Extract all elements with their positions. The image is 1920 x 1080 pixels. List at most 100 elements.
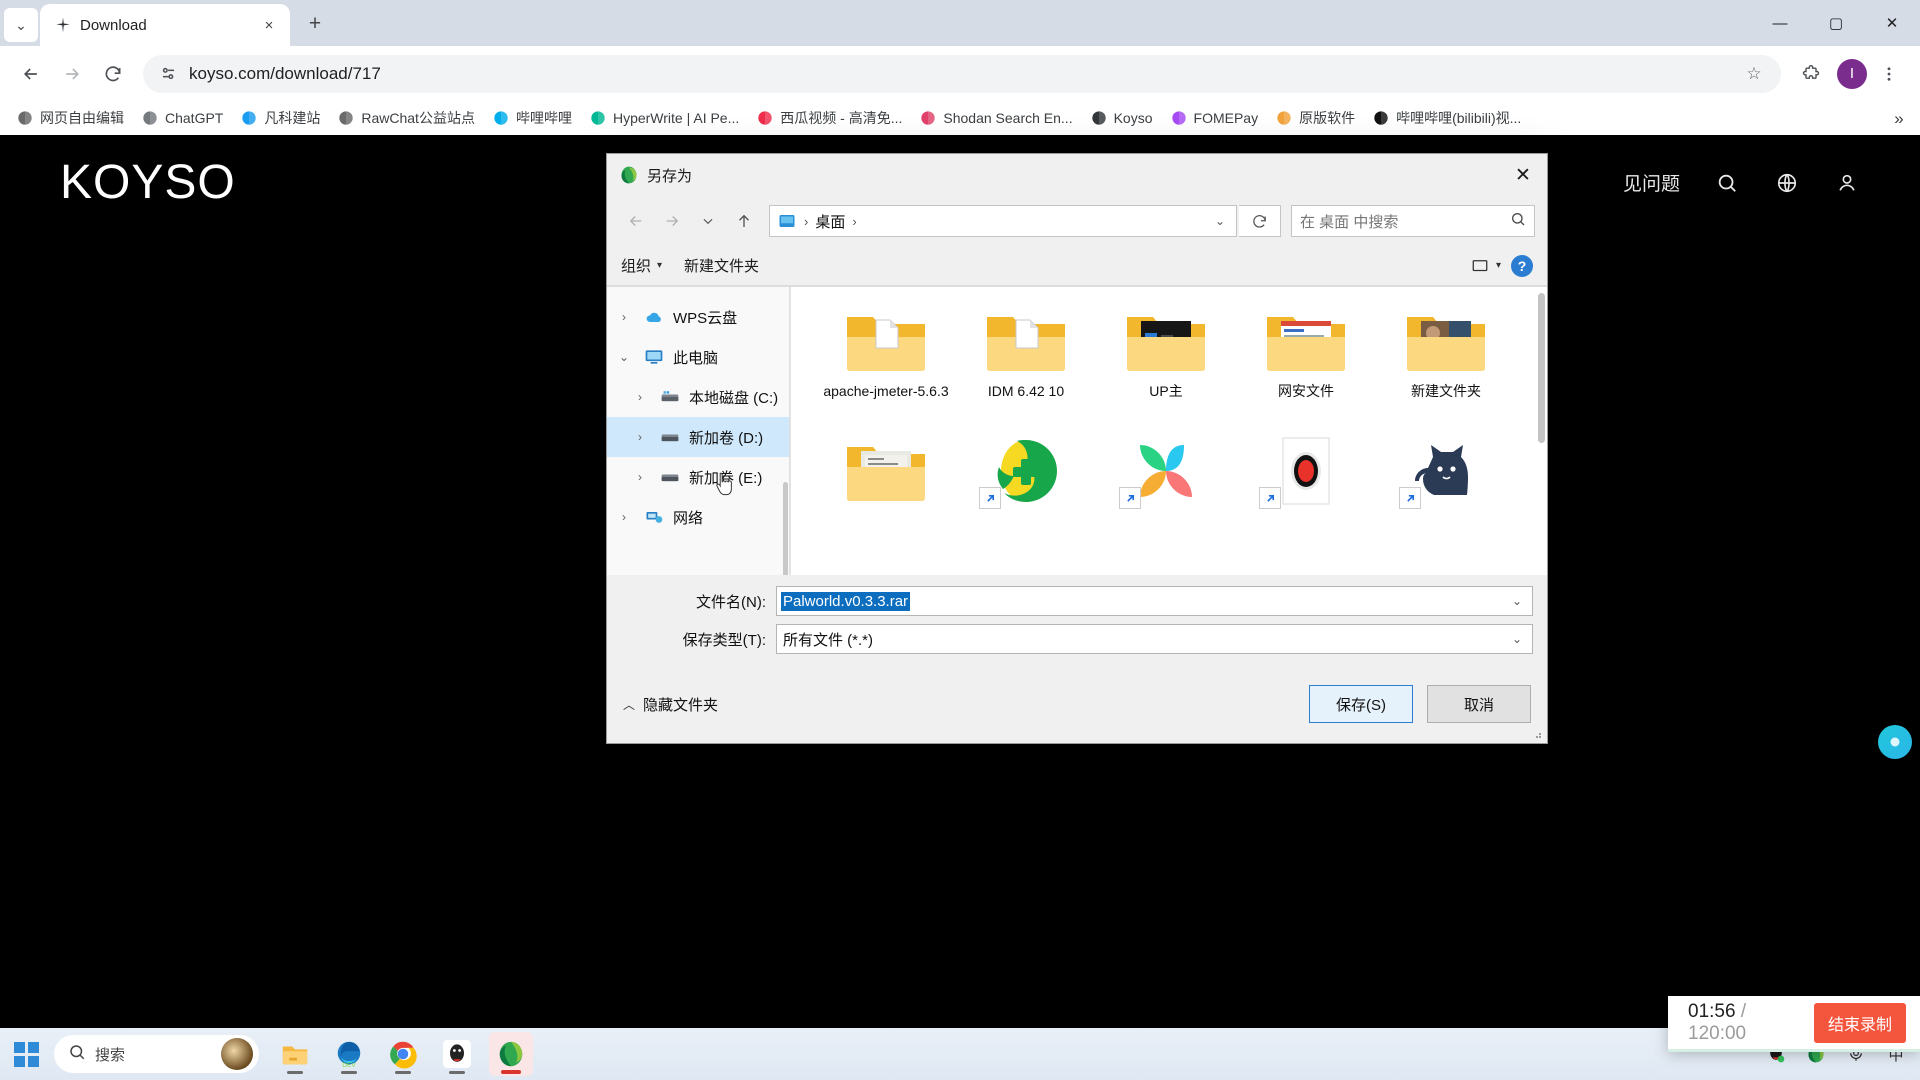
tree-item-4[interactable]: › 新加卷 (E:) xyxy=(607,457,790,497)
file-item[interactable]: IDM 6.42 10 xyxy=(956,301,1096,431)
start-button[interactable] xyxy=(0,1028,52,1080)
bookmark-item[interactable]: 西瓜视频 - 高清免... xyxy=(749,105,909,131)
idm-icon[interactable] xyxy=(489,1032,533,1076)
file-item[interactable] xyxy=(816,431,956,561)
organize-button[interactable]: 组织 ▾ xyxy=(621,255,662,276)
filename-input[interactable]: Palworld.v0.3.3.rar ⌄ xyxy=(776,586,1533,616)
new-folder-button[interactable]: 新建文件夹 xyxy=(684,255,759,276)
taskbar-search[interactable]: 搜索 xyxy=(54,1035,259,1073)
browser-menu-button[interactable] xyxy=(1870,55,1908,93)
tree-item-2[interactable]: › 本地磁盘 (C:) xyxy=(607,377,790,417)
bookmark-item[interactable]: 凡科建站 xyxy=(233,105,327,131)
file-item[interactable] xyxy=(956,431,1096,561)
chevron-right-icon[interactable]: › xyxy=(629,390,651,404)
file-list-scrollbar[interactable] xyxy=(1538,293,1545,443)
tree-item-5[interactable]: › 网络 xyxy=(607,497,790,537)
file-item[interactable]: apache-jmeter-5.6.3 xyxy=(816,301,956,431)
file-item[interactable]: 网安文件 xyxy=(1236,301,1376,431)
bookmark-item[interactable]: Koyso xyxy=(1083,106,1160,130)
file-list[interactable]: apache-jmeter-5.6.3 IDM 6.42 10 UP主 网安文件 新建文… xyxy=(790,287,1547,575)
bookmarks-overflow-icon[interactable]: » xyxy=(1886,106,1912,132)
file-explorer-icon[interactable] xyxy=(273,1032,317,1076)
bookmark-star-icon[interactable]: ☆ xyxy=(1741,61,1767,87)
tab-download[interactable]: Download × xyxy=(40,4,290,46)
globe-icon[interactable] xyxy=(1774,170,1800,196)
extensions-icon[interactable] xyxy=(1792,55,1830,93)
chrome-icon[interactable] xyxy=(381,1032,425,1076)
avatar[interactable]: I xyxy=(1837,58,1867,89)
chevron-down-icon[interactable]: ⌄ xyxy=(613,350,635,364)
bookmark-item[interactable]: 哔哩哔哩(bilibili)视... xyxy=(1365,105,1528,131)
forward-button[interactable] xyxy=(53,55,91,93)
stop-recording-button[interactable]: 结束录制 xyxy=(1813,1002,1906,1043)
breadcrumb[interactable]: 桌面 xyxy=(815,211,845,232)
chevron-right-icon[interactable]: › xyxy=(613,310,635,324)
close-icon[interactable]: × xyxy=(258,14,280,36)
os-drive-icon xyxy=(659,386,681,408)
dialog-refresh-button[interactable] xyxy=(1239,205,1281,237)
tree-item-3[interactable]: › 新加卷 (D:) xyxy=(607,417,790,457)
file-item[interactable] xyxy=(1376,431,1516,561)
dialog-close-icon[interactable]: ✕ xyxy=(1499,154,1547,196)
search-icon[interactable] xyxy=(1714,170,1740,196)
close-window-button[interactable]: ✕ xyxy=(1864,0,1920,46)
chevron-right-icon[interactable]: › xyxy=(629,430,651,444)
cancel-button[interactable]: 取消 xyxy=(1427,685,1531,723)
chevron-right-icon[interactable]: › xyxy=(613,510,635,524)
edge-dev-icon[interactable]: DEV xyxy=(327,1032,371,1076)
tree-scrollbar[interactable] xyxy=(783,482,788,575)
chevron-down-icon[interactable]: ⌄ xyxy=(1512,594,1528,608)
bookmark-label: HyperWrite | AI Pe... xyxy=(612,110,740,126)
dialog-address-bar[interactable]: › 桌面 › ⌄ xyxy=(769,205,1237,237)
chevron-down-icon[interactable]: ⌄ xyxy=(1215,214,1230,228)
dialog-forward-button[interactable] xyxy=(655,204,689,238)
search-icon[interactable] xyxy=(1510,211,1526,231)
maximize-button[interactable]: ▢ xyxy=(1808,0,1864,46)
chevron-down-icon: ▾ xyxy=(1495,260,1501,271)
bookmark-item[interactable]: 哔哩哔哩 xyxy=(485,105,579,131)
bookmark-item[interactable]: ChatGPT xyxy=(134,106,230,130)
filetype-select[interactable]: 所有文件 (*.*) ⌄ xyxy=(776,624,1533,654)
bookmark-item[interactable]: 原版软件 xyxy=(1268,105,1362,131)
back-button[interactable] xyxy=(12,55,50,93)
bookmark-item[interactable]: RawChat公益站点 xyxy=(330,105,482,131)
address-bar[interactable]: koyso.com/download/717 ☆ xyxy=(143,54,1781,93)
bookmark-item[interactable]: HyperWrite | AI Pe... xyxy=(582,106,746,130)
qq-icon[interactable] xyxy=(435,1032,479,1076)
file-item[interactable] xyxy=(1096,431,1236,561)
copilot-blob-icon[interactable] xyxy=(221,1038,253,1070)
tree-item-0[interactable]: › WPS云盘 xyxy=(607,297,790,337)
new-tab-button[interactable]: + xyxy=(298,7,332,41)
recent-locations-icon[interactable] xyxy=(691,204,725,238)
bookmark-label: 西瓜视频 - 高清免... xyxy=(780,110,903,126)
chevron-down-icon[interactable]: ⌄ xyxy=(1512,632,1528,646)
tab-search-button[interactable]: ⌄ xyxy=(4,8,38,42)
minimize-button[interactable]: — xyxy=(1752,0,1808,46)
resize-grip[interactable] xyxy=(1531,728,1543,740)
page-info-icon[interactable] xyxy=(157,63,179,85)
nav-link-faq[interactable]: 见问题 xyxy=(1623,169,1680,196)
breadcrumb-separator-2[interactable]: › xyxy=(852,214,856,229)
up-one-level-button[interactable] xyxy=(727,204,761,238)
reload-button[interactable] xyxy=(94,55,132,93)
floating-chat-icon[interactable] xyxy=(1878,725,1912,759)
site-logo[interactable]: KOYSO xyxy=(60,155,236,210)
help-button[interactable]: ? xyxy=(1511,254,1533,277)
file-item[interactable]: 新建文件夹 xyxy=(1376,301,1516,431)
view-layout-button[interactable]: ▾ xyxy=(1471,257,1501,275)
chevron-right-icon[interactable]: › xyxy=(629,470,651,484)
tree-item-1[interactable]: ⌄ 此电脑 xyxy=(607,337,790,377)
file-label: apache-jmeter-5.6.3 xyxy=(823,383,949,399)
windows-logo-icon xyxy=(13,1041,39,1067)
file-item[interactable]: UP主 xyxy=(1096,301,1236,431)
user-icon[interactable] xyxy=(1834,170,1860,196)
bookmark-item[interactable]: 网页自由编辑 xyxy=(9,105,131,131)
hide-folders-toggle[interactable]: ︿ 隐藏文件夹 xyxy=(623,694,718,715)
file-item[interactable] xyxy=(1236,431,1376,561)
dialog-search-input[interactable]: 在 桌面 中搜索 xyxy=(1291,205,1535,237)
bookmark-item[interactable]: Shodan Search En... xyxy=(912,106,1079,130)
dialog-command-bar: 组织 ▾ 新建文件夹 ▾ ? xyxy=(607,246,1547,286)
dialog-back-button[interactable] xyxy=(619,204,653,238)
bookmark-item[interactable]: FOMEPay xyxy=(1163,106,1266,130)
save-button[interactable]: 保存(S) xyxy=(1309,685,1413,723)
